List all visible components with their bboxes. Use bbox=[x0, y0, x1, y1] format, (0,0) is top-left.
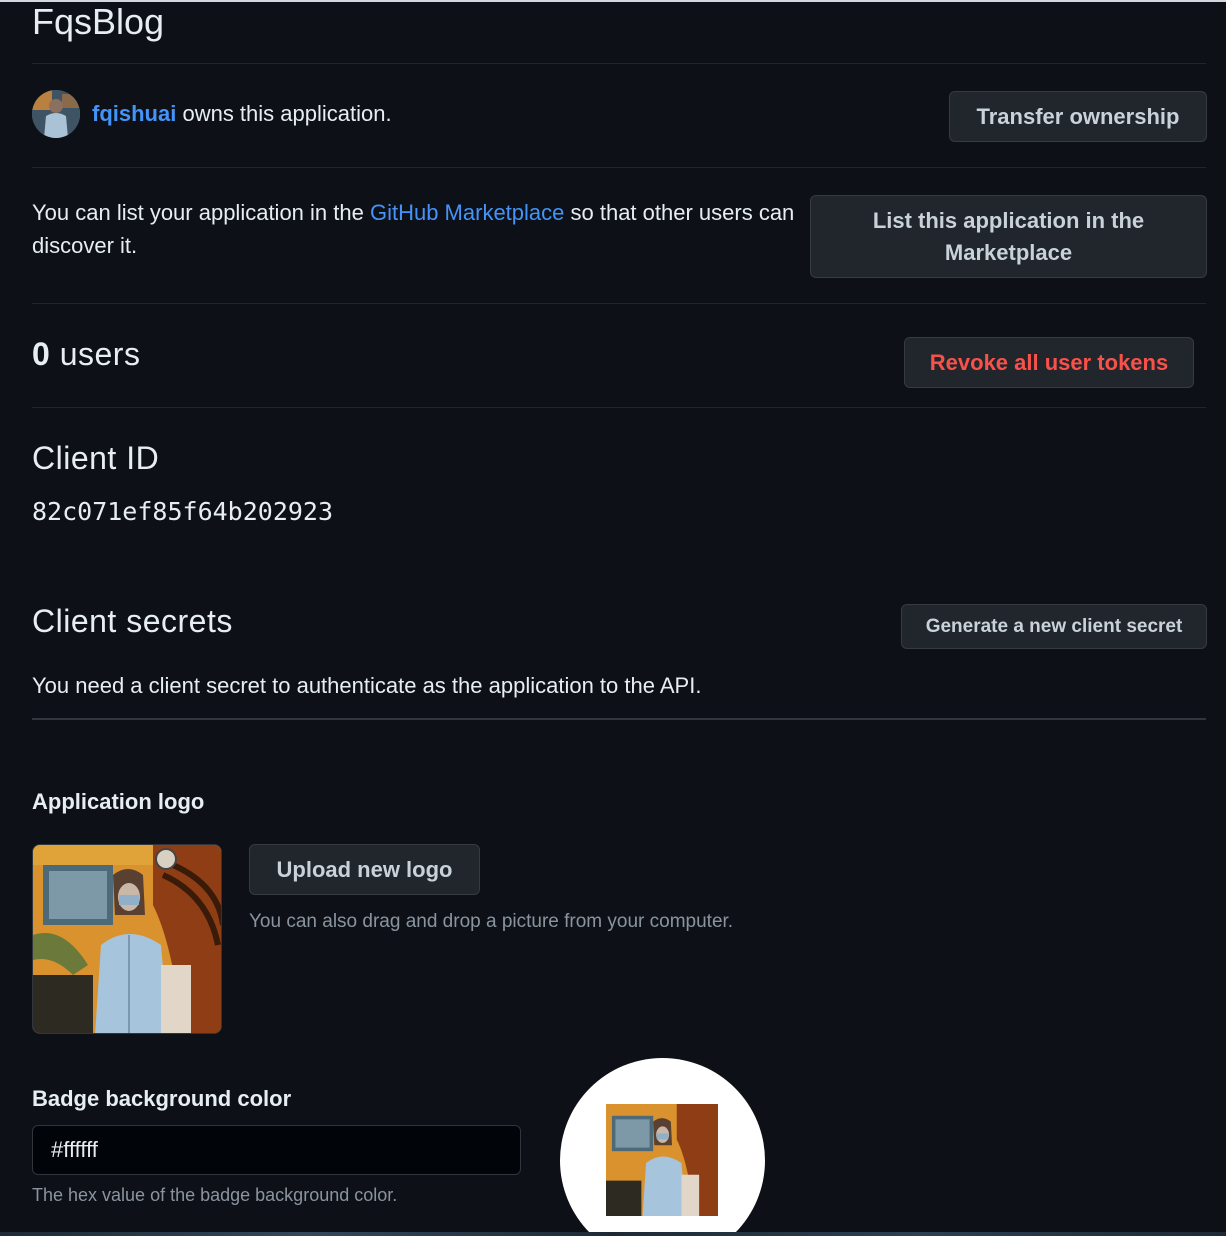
owner-username-link[interactable]: fqishuai bbox=[92, 101, 176, 126]
transfer-ownership-button[interactable]: Transfer ownership bbox=[949, 91, 1207, 142]
section-divider bbox=[32, 718, 1206, 720]
upload-new-logo-button[interactable]: Upload new logo bbox=[249, 844, 480, 895]
client-id-heading: Client ID bbox=[32, 440, 160, 476]
marketplace-text: You can list your application in the Git… bbox=[32, 196, 802, 262]
list-in-marketplace-button[interactable]: List this application in the Marketplace bbox=[810, 195, 1207, 278]
badge-color-hint: The hex value of the badge background co… bbox=[32, 1185, 398, 1205]
badge-preview-logo bbox=[606, 1104, 718, 1216]
divider bbox=[32, 63, 1206, 64]
divider bbox=[32, 303, 1206, 304]
client-secrets-heading: Client secrets bbox=[32, 603, 233, 639]
application-logo-heading: Application logo bbox=[32, 789, 205, 814]
users-count: 0 bbox=[32, 336, 51, 372]
page: FqsBlog fqishuai owns this application. … bbox=[0, 0, 1226, 1236]
owner-row: fqishuai owns this application. bbox=[32, 90, 392, 138]
application-logo-image bbox=[32, 844, 222, 1034]
badge-preview bbox=[560, 1058, 765, 1236]
generate-client-secret-button[interactable]: Generate a new client secret bbox=[901, 604, 1207, 649]
marketplace-text-before: You can list your application in the bbox=[32, 200, 370, 225]
client-id-value: 82c071ef85f64b202923 bbox=[32, 497, 334, 526]
owner-avatar[interactable] bbox=[32, 90, 80, 138]
owner-text: fqishuai owns this application. bbox=[92, 101, 392, 127]
users-count-heading: 0 users bbox=[32, 336, 140, 373]
users-label: users bbox=[50, 336, 141, 372]
badge-color-input[interactable] bbox=[32, 1125, 521, 1175]
github-marketplace-link[interactable]: GitHub Marketplace bbox=[370, 200, 564, 225]
owner-suffix: owns this application. bbox=[176, 101, 392, 126]
client-secrets-description: You need a client secret to authenticate… bbox=[32, 673, 702, 698]
revoke-all-user-tokens-button[interactable]: Revoke all user tokens bbox=[904, 337, 1194, 388]
divider bbox=[32, 407, 1206, 408]
logo-drag-drop-hint: You can also drag and drop a picture fro… bbox=[249, 911, 734, 932]
bottom-edge bbox=[0, 1232, 1226, 1236]
divider bbox=[32, 167, 1206, 168]
app-title: FqsBlog bbox=[32, 1, 165, 42]
badge-color-heading: Badge background color bbox=[32, 1086, 292, 1111]
